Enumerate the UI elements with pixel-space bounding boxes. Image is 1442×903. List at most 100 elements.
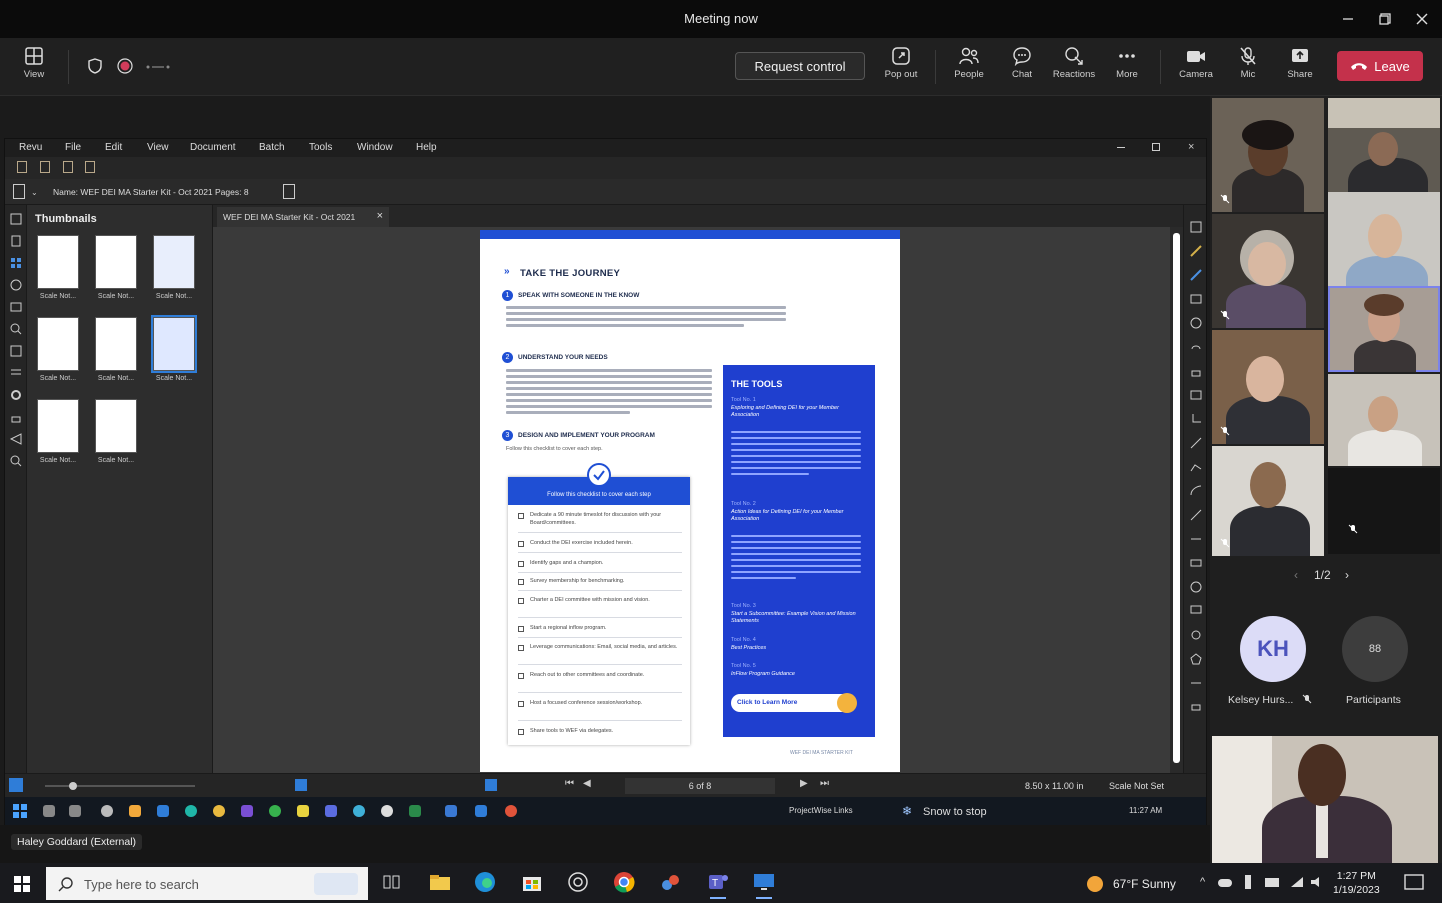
page-thumbnail-5[interactable] xyxy=(95,317,137,371)
previous-page-icon[interactable]: ◀ xyxy=(583,778,591,789)
people-button[interactable]: People xyxy=(945,46,993,90)
zoom-slider[interactable] xyxy=(45,782,195,790)
close-icon[interactable] xyxy=(1407,6,1437,32)
tool-title[interactable]: Exploring and Defining DEI for your Memb… xyxy=(731,405,865,419)
single-page-icon[interactable] xyxy=(295,779,307,791)
maximize-icon[interactable] xyxy=(1370,6,1400,32)
checkbox[interactable] xyxy=(518,729,524,735)
document-icon[interactable] xyxy=(13,184,25,199)
taskbar-app-icon[interactable] xyxy=(241,805,253,817)
previous-page-icon[interactable]: ‹ xyxy=(1294,568,1298,582)
document-tab[interactable]: WEF DEI MA Starter Kit - Oct 2021 × xyxy=(217,207,389,227)
participant-video-tile[interactable] xyxy=(1212,330,1324,444)
menu-batch[interactable]: Batch xyxy=(259,142,285,153)
usb-icon[interactable] xyxy=(1245,875,1251,889)
menu-view[interactable]: View xyxy=(147,142,169,153)
chrome-icon[interactable] xyxy=(213,805,225,817)
camera-button[interactable]: Camera xyxy=(1172,46,1220,90)
tool-title[interactable]: InFlow Program Guidance xyxy=(731,671,865,678)
edge-icon[interactable] xyxy=(473,870,497,894)
minimize-icon[interactable] xyxy=(1333,6,1363,32)
checklist-item[interactable]: Identify gaps and a champion. xyxy=(518,559,682,573)
menu-tools[interactable]: Tools xyxy=(309,142,332,153)
checkbox[interactable] xyxy=(518,579,524,585)
reactions-button[interactable]: Reactions xyxy=(1050,46,1098,90)
checklist-item[interactable]: Conduct the DEI exercise included herein… xyxy=(518,539,682,553)
checkbox[interactable] xyxy=(518,541,524,547)
snipping-tool-icon[interactable] xyxy=(658,870,682,894)
participant-video-tile[interactable] xyxy=(1328,468,1440,554)
taskbar-app-icon[interactable] xyxy=(505,805,517,817)
print-icon[interactable] xyxy=(63,161,73,173)
page-thumbnail-8[interactable] xyxy=(95,399,137,453)
taskbar-clock[interactable]: 1:27 PM 1/19/2023 xyxy=(1333,869,1380,897)
vpn-icon[interactable] xyxy=(566,870,590,894)
grid-snap-icon[interactable] xyxy=(9,778,23,792)
mic-button[interactable]: Mic xyxy=(1224,46,1272,90)
checkbox[interactable] xyxy=(518,626,524,632)
save-icon[interactable] xyxy=(40,161,50,173)
chevron-up-icon[interactable]: ^ xyxy=(1200,876,1205,888)
last-page-icon[interactable]: ⏭ xyxy=(820,778,829,789)
pdf-restore-icon[interactable] xyxy=(1152,143,1160,151)
document-scrollbar[interactable] xyxy=(1170,227,1183,773)
menu-file[interactable]: File xyxy=(65,142,81,153)
checklist-item[interactable]: Start a regional inflow program. xyxy=(518,624,682,638)
checkbox[interactable] xyxy=(518,561,524,567)
learn-more-button[interactable]: Click to Learn More xyxy=(731,693,857,713)
checklist-item[interactable]: Leverage communications: Email, social m… xyxy=(518,643,682,665)
checklist-item[interactable]: Host a focused conference session/worksh… xyxy=(518,699,682,721)
participant-video-tile[interactable] xyxy=(1212,98,1324,212)
teams-icon[interactable]: T xyxy=(706,870,730,899)
taskbar-app-icon[interactable] xyxy=(445,805,457,817)
next-page-icon[interactable]: › xyxy=(1345,568,1349,582)
file-explorer-icon[interactable] xyxy=(428,870,452,894)
remote-desktop-icon[interactable] xyxy=(752,870,776,899)
page-indicator[interactable]: 6 of 8 xyxy=(625,778,775,794)
page-thumbnail-6[interactable] xyxy=(151,315,197,373)
scale-readout[interactable]: Scale Not Set xyxy=(1109,781,1164,791)
tab-close-icon[interactable]: × xyxy=(377,210,383,222)
open-icon[interactable] xyxy=(17,161,27,173)
search-icon[interactable] xyxy=(43,805,55,817)
onedrive-icon[interactable] xyxy=(1218,879,1232,887)
microsoft-store-icon[interactable] xyxy=(520,870,544,894)
checkbox[interactable] xyxy=(518,645,524,651)
page-thumbnail-1[interactable] xyxy=(37,235,79,289)
menu-revu[interactable]: Revu xyxy=(19,142,42,153)
page-icon[interactable] xyxy=(283,184,295,199)
checkbox[interactable] xyxy=(518,513,524,519)
page-thumbnail-4[interactable] xyxy=(37,317,79,371)
pan-tool-icon[interactable] xyxy=(485,779,497,791)
tool-title[interactable]: Start a Subcommittee: Example Vision and… xyxy=(731,611,865,625)
taskbar-app-icon[interactable] xyxy=(381,805,393,817)
participant-video-tile[interactable] xyxy=(1212,446,1324,556)
pdf-minimize-icon[interactable] xyxy=(1117,147,1125,148)
chrome-icon[interactable] xyxy=(612,870,636,894)
page-thumbnail-7[interactable] xyxy=(37,399,79,453)
page-thumbnail-2[interactable] xyxy=(95,235,137,289)
menu-edit[interactable]: Edit xyxy=(105,142,122,153)
self-video-tile[interactable] xyxy=(1212,736,1438,863)
checkbox[interactable] xyxy=(518,598,524,604)
menu-window[interactable]: Window xyxy=(357,142,393,153)
snow-to-stop-label[interactable]: Snow to stop xyxy=(923,806,987,818)
checklist-item[interactable]: Dedicate a 90 minute timeslot for discus… xyxy=(518,511,682,533)
checkbox[interactable] xyxy=(518,673,524,679)
avatar[interactable]: KH xyxy=(1240,616,1306,682)
edge-icon[interactable] xyxy=(185,805,197,817)
request-control-button[interactable]: Request control xyxy=(735,52,865,80)
taskbar-app-icon[interactable] xyxy=(475,805,487,817)
checklist-item[interactable]: Charter a DEI committee with mission and… xyxy=(518,596,682,618)
share-button[interactable]: Share xyxy=(1276,46,1324,90)
menu-document[interactable]: Document xyxy=(190,142,236,153)
scrollbar-thumb[interactable] xyxy=(1173,233,1180,763)
participant-video-tile[interactable] xyxy=(1328,286,1440,372)
checklist-item[interactable]: Reach out to other committees and coordi… xyxy=(518,671,682,693)
taskbar-app-icon[interactable] xyxy=(409,805,421,817)
taskbar-app-icon[interactable] xyxy=(353,805,365,817)
weather-readout[interactable]: 67°F Sunny xyxy=(1113,877,1176,891)
settings-app-icon[interactable] xyxy=(101,805,113,817)
battery-icon[interactable] xyxy=(1265,878,1279,887)
next-page-icon[interactable]: ▶ xyxy=(800,778,808,789)
